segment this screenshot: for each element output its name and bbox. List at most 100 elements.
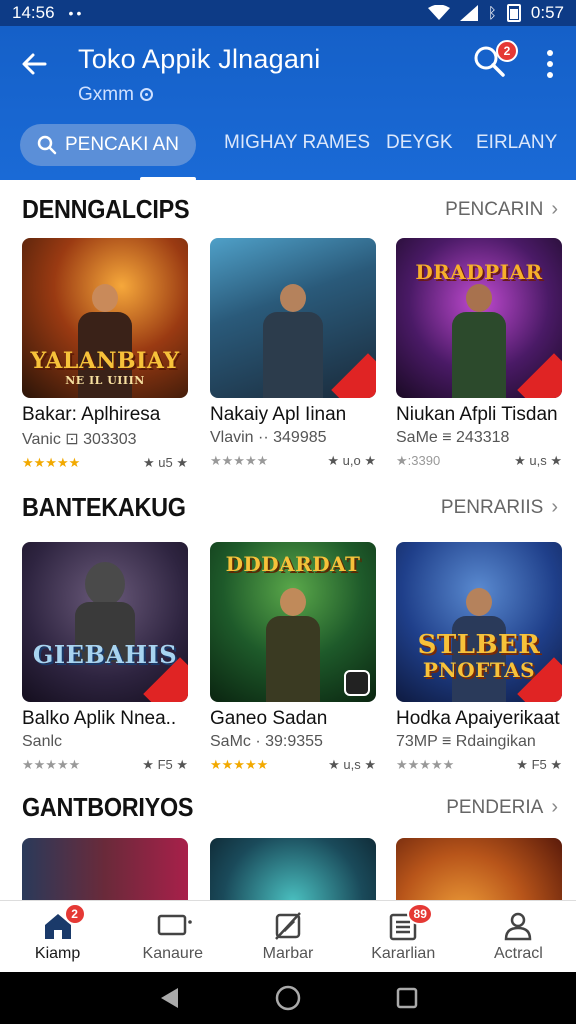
app-meta: SaMc · 39:9355: [210, 733, 323, 750]
art-title: DDDARDAT: [225, 552, 361, 576]
app-card[interactable]: [210, 838, 376, 900]
section-more-link[interactable]: PENCARIN ›: [445, 198, 558, 221]
rating-value: ★ u,s ★: [328, 757, 376, 772]
system-navigation: [0, 972, 576, 1024]
rating-stars: ★★★★★: [22, 757, 81, 772]
more-label: PENRARIIS: [440, 496, 544, 518]
app-rating: ★:3390 ★ u,s ★: [396, 453, 562, 469]
back-button[interactable]: [16, 46, 52, 82]
app-meta: SaMe ≡ 243318: [396, 429, 510, 446]
app-name: Ganeo Sadan: [210, 708, 328, 729]
nav-item-kararlian[interactable]: 89 Kararlian: [346, 901, 461, 972]
nav-badge: 2: [63, 902, 86, 925]
app-card[interactable]: [396, 838, 562, 900]
app-rating: ★★★★★ ★ u5 ★: [22, 455, 188, 471]
app-thumbnail: [210, 238, 376, 398]
nav-label: Marbar: [262, 944, 314, 962]
app-thumbnail: [396, 838, 562, 900]
app-rating: ★★★★★ ★ u,o ★: [210, 453, 376, 469]
rating-stars: ★★★★★: [22, 455, 81, 470]
app-name: Bakar: Aplhiresa: [22, 404, 161, 425]
app-meta: Vlavin ·· 349985: [210, 429, 327, 446]
section-title: BANTEKAKUG: [22, 492, 186, 522]
app-meta: Vanic ⊡ 303303: [22, 431, 137, 448]
tab-bar: PENCAKI AN MIGHAY RAMES DEYGK EIRLANY: [0, 120, 576, 181]
home-icon: 2: [42, 902, 86, 941]
app-bar: Toko Appik Jlnagani Gxmm 2 PENCAKI AN MI…: [0, 26, 576, 181]
list-icon: 89: [387, 902, 434, 941]
tab-mighay-rames[interactable]: MIGHAY RAMES: [224, 132, 370, 154]
app-card[interactable]: DRADPIAR Niukan Afpli Tisdan SaMe ≡ 2433…: [396, 238, 562, 469]
nav-item-kiamp[interactable]: 2 Kiamp: [0, 901, 115, 972]
triangle-back-icon: [161, 988, 179, 1008]
app-card[interactable]: [22, 838, 188, 900]
no-edit-icon: [272, 911, 304, 941]
section-header: BANTEKAKUG PENRARIIS ›: [22, 492, 558, 523]
tab-search[interactable]: PENCAKI AN: [20, 124, 196, 166]
nav-label: Kararlian: [371, 944, 436, 962]
nav-item-actracl[interactable]: Actracl: [461, 901, 576, 972]
app-rating: ★★★★★ ★ F5 ★: [22, 757, 188, 773]
app-card[interactable]: GIEBAHIS Balko Aplik Nnea.. Sanlc ★★★★★ ★…: [22, 542, 188, 773]
app-rating: ★★★★★ ★ u,s ★: [210, 757, 376, 773]
more-label: PENCARIN: [445, 198, 544, 220]
app-thumbnail: STLBER PNOFTAS: [396, 542, 562, 702]
nav-label: Actracl: [493, 944, 543, 962]
nav-item-kanaure[interactable]: Kanaure: [115, 901, 230, 972]
status-time: 14:56: [12, 3, 55, 22]
section-header: DENNGALCIPS PENCARIN ›: [22, 194, 558, 225]
status-bar: 14:56 •• ᛒ 0:57: [0, 0, 576, 26]
square-recents-icon: [396, 987, 417, 1009]
ribbon: [517, 353, 562, 398]
app-thumbnail: YALANBIAY NE IL UIIIN: [22, 238, 188, 398]
app-meta: Sanlc: [22, 733, 63, 750]
system-home-button[interactable]: [273, 983, 303, 1013]
chevron-right-icon: ›: [551, 496, 558, 518]
section-title: DENNGALCIPS: [22, 194, 190, 224]
section-header: GANTBORIYOS PENDERIA ›: [22, 792, 558, 823]
system-back-button[interactable]: [154, 983, 184, 1013]
page-title: Toko Appik Jlnagani: [78, 44, 321, 74]
person-icon: [502, 911, 534, 941]
more-options-button[interactable]: [538, 44, 562, 84]
app-meta: 73MP ≡ Rdaingikan: [396, 733, 536, 750]
rating-stars: ★★★★★: [396, 757, 455, 772]
app-name: Hodka Apaiyerikaat: [396, 708, 560, 729]
app-thumbnail: [210, 838, 376, 900]
app-list[interactable]: DENNGALCIPS PENCARIN › YALANBIAY NE IL UI…: [0, 180, 576, 900]
app-thumbnail: GIEBAHIS: [22, 542, 188, 702]
art-subtitle: NE IL UIIIN: [65, 374, 145, 387]
more-label: PENDERIA: [446, 796, 544, 818]
app-card[interactable]: STLBER PNOFTAS Hodka Apaiyerikaat 73MP ≡…: [396, 542, 562, 773]
rating-stars: ★★★★★: [210, 757, 269, 772]
tab-eirlany[interactable]: EIRLANY: [476, 132, 557, 154]
nav-label: Kanaure: [142, 944, 204, 962]
rating-value: ★ F5 ★: [516, 757, 562, 772]
battery-icon: [506, 4, 521, 22]
app-card[interactable]: DDDARDAT Ganeo Sadan SaMc · 39:9355 ★★★★…: [210, 542, 376, 773]
bottom-navigation: 2 Kiamp Kanaure Marbar 89 Kararlian Actr…: [0, 900, 576, 972]
section-more-link[interactable]: PENDERIA ›: [446, 796, 558, 819]
rating-value: ★ u5 ★: [143, 455, 188, 470]
app-card[interactable]: Nakaiy Apl Iinan Vlavin ·· 349985 ★★★★★ ★…: [210, 238, 376, 469]
search-button[interactable]: 2: [472, 40, 518, 84]
search-badge: 2: [496, 40, 518, 62]
page-subtitle: Gxmm: [78, 84, 153, 106]
rating-value: ★ u,o ★: [327, 453, 376, 468]
circle-home-icon: [275, 985, 301, 1011]
tab-deygk[interactable]: DEYGK: [386, 132, 453, 154]
status-icons: ᛒ 0:57: [427, 3, 564, 23]
system-recents-button[interactable]: [392, 983, 422, 1013]
nav-item-marbar[interactable]: Marbar: [230, 901, 345, 972]
ribbon: [331, 353, 376, 398]
section-more-link[interactable]: PENRARIIS ›: [441, 496, 558, 519]
tab-label: PENCAKI AN: [64, 134, 180, 155]
app-thumbnail: DDDARDAT: [210, 542, 376, 702]
app-name: Balko Aplik Nnea..: [22, 708, 177, 729]
chevron-right-icon: ›: [551, 796, 558, 818]
app-card[interactable]: YALANBIAY NE IL UIIIN Bakar: Aplhiresa V…: [22, 238, 188, 471]
app-name: Nakaiy Apl Iinan: [210, 404, 347, 425]
monitor-icon: [157, 911, 192, 941]
app-thumbnail: DRADPIAR: [396, 238, 562, 398]
subtitle-text: Gxmm: [78, 84, 134, 105]
